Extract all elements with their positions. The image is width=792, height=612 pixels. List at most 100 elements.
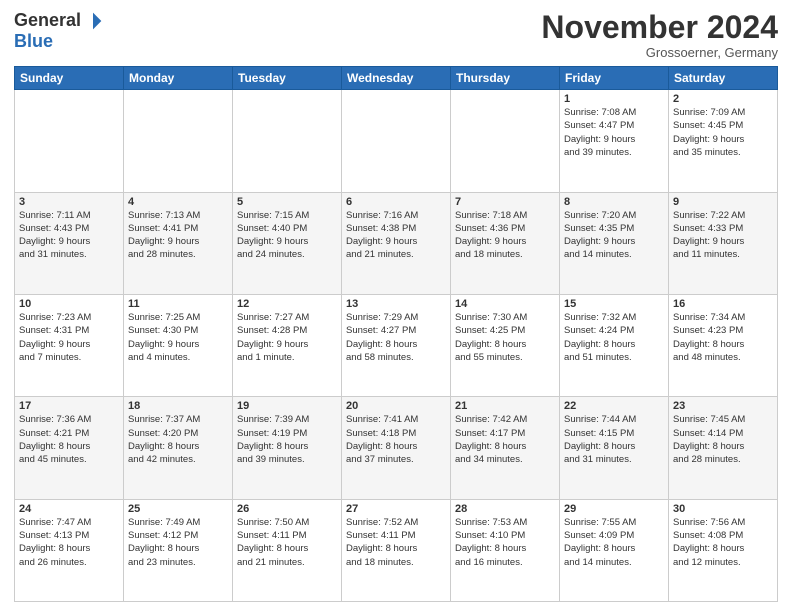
day-number: 26 [237, 503, 337, 515]
calendar-cell: 25Sunrise: 7:49 AM Sunset: 4:12 PM Dayli… [124, 499, 233, 601]
calendar-cell: 4Sunrise: 7:13 AM Sunset: 4:41 PM Daylig… [124, 192, 233, 294]
calendar-cell [233, 90, 342, 192]
calendar-week-row: 24Sunrise: 7:47 AM Sunset: 4:13 PM Dayli… [15, 499, 778, 601]
weekday-header-saturday: Saturday [669, 67, 778, 90]
day-number: 30 [673, 503, 773, 515]
day-info: Sunrise: 7:37 AM Sunset: 4:20 PM Dayligh… [128, 413, 228, 466]
day-info: Sunrise: 7:27 AM Sunset: 4:28 PM Dayligh… [237, 311, 337, 364]
day-number: 14 [455, 298, 555, 310]
day-info: Sunrise: 7:45 AM Sunset: 4:14 PM Dayligh… [673, 413, 773, 466]
calendar-cell: 17Sunrise: 7:36 AM Sunset: 4:21 PM Dayli… [15, 397, 124, 499]
weekday-header-sunday: Sunday [15, 67, 124, 90]
calendar-cell [15, 90, 124, 192]
day-info: Sunrise: 7:39 AM Sunset: 4:19 PM Dayligh… [237, 413, 337, 466]
day-info: Sunrise: 7:52 AM Sunset: 4:11 PM Dayligh… [346, 516, 446, 569]
day-info: Sunrise: 7:11 AM Sunset: 4:43 PM Dayligh… [19, 209, 119, 262]
day-info: Sunrise: 7:42 AM Sunset: 4:17 PM Dayligh… [455, 413, 555, 466]
day-info: Sunrise: 7:25 AM Sunset: 4:30 PM Dayligh… [128, 311, 228, 364]
calendar-week-row: 10Sunrise: 7:23 AM Sunset: 4:31 PM Dayli… [15, 294, 778, 396]
calendar-cell: 19Sunrise: 7:39 AM Sunset: 4:19 PM Dayli… [233, 397, 342, 499]
calendar-cell: 1Sunrise: 7:08 AM Sunset: 4:47 PM Daylig… [560, 90, 669, 192]
calendar-cell: 28Sunrise: 7:53 AM Sunset: 4:10 PM Dayli… [451, 499, 560, 601]
calendar-body: 1Sunrise: 7:08 AM Sunset: 4:47 PM Daylig… [15, 90, 778, 602]
calendar-cell: 7Sunrise: 7:18 AM Sunset: 4:36 PM Daylig… [451, 192, 560, 294]
day-number: 10 [19, 298, 119, 310]
day-number: 16 [673, 298, 773, 310]
day-number: 21 [455, 400, 555, 412]
calendar-week-row: 17Sunrise: 7:36 AM Sunset: 4:21 PM Dayli… [15, 397, 778, 499]
day-number: 23 [673, 400, 773, 412]
weekday-header-tuesday: Tuesday [233, 67, 342, 90]
day-info: Sunrise: 7:36 AM Sunset: 4:21 PM Dayligh… [19, 413, 119, 466]
day-number: 1 [564, 93, 664, 105]
weekday-header-thursday: Thursday [451, 67, 560, 90]
day-info: Sunrise: 7:13 AM Sunset: 4:41 PM Dayligh… [128, 209, 228, 262]
month-title: November 2024 [541, 10, 778, 45]
day-number: 5 [237, 196, 337, 208]
day-info: Sunrise: 7:09 AM Sunset: 4:45 PM Dayligh… [673, 106, 773, 159]
calendar-cell: 23Sunrise: 7:45 AM Sunset: 4:14 PM Dayli… [669, 397, 778, 499]
weekday-header-row: SundayMondayTuesdayWednesdayThursdayFrid… [15, 67, 778, 90]
day-info: Sunrise: 7:41 AM Sunset: 4:18 PM Dayligh… [346, 413, 446, 466]
day-info: Sunrise: 7:50 AM Sunset: 4:11 PM Dayligh… [237, 516, 337, 569]
calendar-cell: 11Sunrise: 7:25 AM Sunset: 4:30 PM Dayli… [124, 294, 233, 396]
calendar-table: SundayMondayTuesdayWednesdayThursdayFrid… [14, 66, 778, 602]
day-number: 4 [128, 196, 228, 208]
day-number: 28 [455, 503, 555, 515]
day-info: Sunrise: 7:32 AM Sunset: 4:24 PM Dayligh… [564, 311, 664, 364]
day-info: Sunrise: 7:47 AM Sunset: 4:13 PM Dayligh… [19, 516, 119, 569]
day-number: 11 [128, 298, 228, 310]
calendar-cell: 18Sunrise: 7:37 AM Sunset: 4:20 PM Dayli… [124, 397, 233, 499]
day-info: Sunrise: 7:55 AM Sunset: 4:09 PM Dayligh… [564, 516, 664, 569]
logo-blue-text: Blue [14, 31, 53, 52]
calendar-cell: 15Sunrise: 7:32 AM Sunset: 4:24 PM Dayli… [560, 294, 669, 396]
day-number: 9 [673, 196, 773, 208]
logo-general-text: General [14, 10, 81, 31]
day-number: 15 [564, 298, 664, 310]
day-info: Sunrise: 7:18 AM Sunset: 4:36 PM Dayligh… [455, 209, 555, 262]
day-number: 6 [346, 196, 446, 208]
calendar-cell: 27Sunrise: 7:52 AM Sunset: 4:11 PM Dayli… [342, 499, 451, 601]
day-number: 20 [346, 400, 446, 412]
calendar-cell [124, 90, 233, 192]
weekday-header-monday: Monday [124, 67, 233, 90]
calendar-cell: 8Sunrise: 7:20 AM Sunset: 4:35 PM Daylig… [560, 192, 669, 294]
logo-icon [83, 11, 103, 31]
calendar-week-row: 1Sunrise: 7:08 AM Sunset: 4:47 PM Daylig… [15, 90, 778, 192]
day-number: 29 [564, 503, 664, 515]
calendar-week-row: 3Sunrise: 7:11 AM Sunset: 4:43 PM Daylig… [15, 192, 778, 294]
day-number: 24 [19, 503, 119, 515]
day-number: 19 [237, 400, 337, 412]
calendar-cell: 30Sunrise: 7:56 AM Sunset: 4:08 PM Dayli… [669, 499, 778, 601]
calendar-cell: 29Sunrise: 7:55 AM Sunset: 4:09 PM Dayli… [560, 499, 669, 601]
logo: General Blue [14, 10, 103, 52]
day-info: Sunrise: 7:56 AM Sunset: 4:08 PM Dayligh… [673, 516, 773, 569]
day-number: 12 [237, 298, 337, 310]
calendar-cell: 13Sunrise: 7:29 AM Sunset: 4:27 PM Dayli… [342, 294, 451, 396]
calendar-cell: 6Sunrise: 7:16 AM Sunset: 4:38 PM Daylig… [342, 192, 451, 294]
day-info: Sunrise: 7:08 AM Sunset: 4:47 PM Dayligh… [564, 106, 664, 159]
day-number: 18 [128, 400, 228, 412]
day-info: Sunrise: 7:22 AM Sunset: 4:33 PM Dayligh… [673, 209, 773, 262]
page: General Blue November 2024 Grossoerner, … [0, 0, 792, 612]
day-info: Sunrise: 7:23 AM Sunset: 4:31 PM Dayligh… [19, 311, 119, 364]
calendar-cell: 14Sunrise: 7:30 AM Sunset: 4:25 PM Dayli… [451, 294, 560, 396]
day-number: 13 [346, 298, 446, 310]
day-number: 22 [564, 400, 664, 412]
calendar-cell [451, 90, 560, 192]
day-number: 3 [19, 196, 119, 208]
day-info: Sunrise: 7:30 AM Sunset: 4:25 PM Dayligh… [455, 311, 555, 364]
day-number: 2 [673, 93, 773, 105]
day-info: Sunrise: 7:49 AM Sunset: 4:12 PM Dayligh… [128, 516, 228, 569]
day-info: Sunrise: 7:29 AM Sunset: 4:27 PM Dayligh… [346, 311, 446, 364]
calendar-cell: 24Sunrise: 7:47 AM Sunset: 4:13 PM Dayli… [15, 499, 124, 601]
day-info: Sunrise: 7:53 AM Sunset: 4:10 PM Dayligh… [455, 516, 555, 569]
day-number: 17 [19, 400, 119, 412]
calendar-cell: 10Sunrise: 7:23 AM Sunset: 4:31 PM Dayli… [15, 294, 124, 396]
location-subtitle: Grossoerner, Germany [541, 45, 778, 60]
day-number: 7 [455, 196, 555, 208]
title-area: November 2024 Grossoerner, Germany [541, 10, 778, 60]
weekday-header-friday: Friday [560, 67, 669, 90]
calendar-cell [342, 90, 451, 192]
calendar-cell: 26Sunrise: 7:50 AM Sunset: 4:11 PM Dayli… [233, 499, 342, 601]
